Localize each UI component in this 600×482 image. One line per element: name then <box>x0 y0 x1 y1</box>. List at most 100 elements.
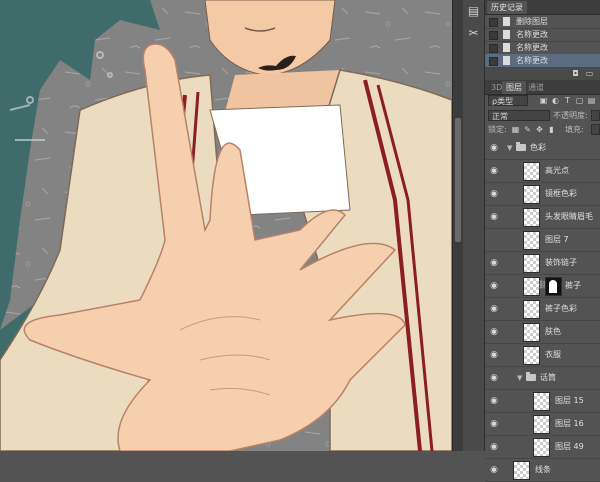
document-icon <box>503 56 510 65</box>
chevron-down-icon[interactable]: ▼ <box>517 367 522 389</box>
layer-thumbnail <box>523 162 540 181</box>
history-checkbox[interactable] <box>489 18 498 27</box>
new-document-icon[interactable]: ▭ <box>585 69 594 78</box>
layer-name: 裤子色彩 <box>545 304 577 313</box>
eye-icon[interactable]: ◉ <box>489 327 499 337</box>
layer-filter-select[interactable]: ρ类型 <box>488 95 528 106</box>
history-tabbar: 历史记录 <box>485 0 600 15</box>
eye-icon[interactable]: ◉ <box>489 189 499 199</box>
camera-icon[interactable]: ◘ <box>571 69 580 78</box>
opacity-label: 不透明度: <box>553 111 588 120</box>
lock-pixels-icon[interactable]: ✎ <box>523 125 532 134</box>
layers-tabbar: 3D 图层 通道 <box>485 80 600 95</box>
fill-input[interactable] <box>591 124 600 135</box>
filter-type-icon[interactable]: T <box>563 96 572 105</box>
layer-name: 图层 16 <box>555 419 584 428</box>
tools-icon[interactable]: ✂ <box>466 26 481 41</box>
layer-mask-thumbnail[interactable] <box>545 277 562 296</box>
fill-label: 填充: <box>565 125 584 134</box>
layer-row[interactable]: ◉ 图层 49 <box>485 436 600 459</box>
layer-name: 装饰链子 <box>545 258 577 267</box>
eye-icon[interactable]: ◉ <box>489 258 499 268</box>
document-icon <box>503 43 510 52</box>
history-item-label: 名称更改 <box>516 43 548 52</box>
layer-thumbnail <box>513 461 530 480</box>
eye-icon[interactable]: ◉ <box>489 143 499 153</box>
layer-thumbnail <box>523 346 540 365</box>
history-item[interactable]: 名称更改 <box>485 28 600 42</box>
filter-adjustment-icon[interactable]: ◐ <box>551 96 560 105</box>
layer-name: 镜框色彩 <box>545 189 577 198</box>
tab-channels[interactable]: 通道 <box>524 81 548 94</box>
layer-group-row[interactable]: ◉ ▼ 话筒 <box>485 367 600 390</box>
layer-thumbnail <box>533 415 550 434</box>
scrollbar-thumb[interactable] <box>455 118 461 242</box>
layer-row[interactable]: ◉ 高光点 <box>485 160 600 183</box>
tab-layers[interactable]: 图层 <box>502 81 526 94</box>
eye-icon[interactable]: ◉ <box>489 396 499 406</box>
history-checkbox[interactable] <box>489 31 498 40</box>
history-brush-icon[interactable]: ▤ <box>466 4 481 19</box>
lock-label: 锁定: <box>488 125 507 134</box>
layer-row[interactable]: ◉ 头发眼睛眉毛 <box>485 206 600 229</box>
eye-icon[interactable]: ◉ <box>489 465 499 475</box>
history-item[interactable]: 名称更改 <box>485 54 600 68</box>
layer-name: 图层 7 <box>545 235 569 244</box>
eye-icon[interactable]: ◉ <box>489 212 499 222</box>
eye-icon[interactable]: ◉ <box>489 419 499 429</box>
document-icon <box>503 30 510 39</box>
eye-icon[interactable]: ◉ <box>489 373 499 383</box>
layer-name: 色彩 <box>530 143 546 152</box>
history-item-label: 删除图层 <box>516 17 548 26</box>
document-canvas[interactable] <box>0 0 452 451</box>
illustration-artwork <box>0 0 452 451</box>
layer-row[interactable]: 图层 7 <box>485 229 600 252</box>
lock-position-icon[interactable]: ✥ <box>535 125 544 134</box>
layer-name: 话筒 <box>540 373 556 382</box>
filter-smart-icon[interactable]: ▤ <box>587 96 596 105</box>
layer-row[interactable]: ◉ 肤色 <box>485 321 600 344</box>
right-panels: 历史记录 删除图层 名称更改 名称更改 名称更改 ◘ ▭ 3D 图层 通道 ρ类型 ▣… <box>485 0 600 482</box>
layer-group-row[interactable]: ◉ ▼ 色彩 <box>485 137 600 160</box>
layer-name: 衣服 <box>545 350 561 359</box>
lock-transparency-icon[interactable]: ▦ <box>511 125 520 134</box>
layer-name: 图层 15 <box>555 396 584 405</box>
layer-thumbnail <box>523 231 540 250</box>
layer-thumbnail <box>523 254 540 273</box>
eye-icon[interactable]: ◉ <box>489 350 499 360</box>
layer-thumbnail <box>523 208 540 227</box>
layer-name: 高光点 <box>545 166 569 175</box>
history-checkbox[interactable] <box>489 44 498 53</box>
layer-thumbnail <box>533 438 550 457</box>
layer-row[interactable]: ◉ 衣服 <box>485 344 600 367</box>
history-item[interactable]: 名称更改 <box>485 41 600 55</box>
layer-row[interactable]: ◉ ⛓ 裤子 <box>485 275 600 298</box>
blend-mode-select[interactable]: 正常 <box>488 110 550 121</box>
filter-pixel-icon[interactable]: ▣ <box>539 96 548 105</box>
layer-row[interactable]: ◉ 裤子色彩 <box>485 298 600 321</box>
eye-icon[interactable]: ◉ <box>489 166 499 176</box>
history-item-label: 名称更改 <box>516 30 548 39</box>
history-checkbox[interactable] <box>489 57 498 66</box>
layer-row[interactable]: ◉ 图层 15 <box>485 390 600 413</box>
filter-shape-icon[interactable]: ▢ <box>575 96 584 105</box>
layers-list: ◉ ▼ 色彩 ◉ 高光点 ◉ 镜框色彩 ◉ 头发眼睛眉毛 图层 7 ◉ 装饰链子 ◉ ⛓ 裤子 ◉ 裤子色彩 ◉ 肤… <box>485 137 600 482</box>
history-item[interactable]: 删除图层 <box>485 15 600 29</box>
tab-history[interactable]: 历史记录 <box>487 1 527 14</box>
folder-icon <box>526 372 536 381</box>
layer-name: 线条 <box>535 465 551 474</box>
document-icon <box>503 17 510 26</box>
layer-thumbnail <box>523 323 540 342</box>
lock-all-icon[interactable]: ▮ <box>547 125 556 134</box>
layer-row[interactable]: ◉ 线条 <box>485 459 600 482</box>
eye-icon[interactable]: ◉ <box>489 281 499 291</box>
layer-row[interactable]: ◉ 图层 16 <box>485 413 600 436</box>
layer-row[interactable]: ◉ 镜框色彩 <box>485 183 600 206</box>
layer-row[interactable]: ◉ 装饰链子 <box>485 252 600 275</box>
history-item-label: 名称更改 <box>516 56 548 65</box>
opacity-input[interactable] <box>591 110 600 121</box>
chevron-down-icon[interactable]: ▼ <box>507 137 512 159</box>
layer-name: 图层 49 <box>555 442 584 451</box>
eye-icon[interactable] <box>489 235 499 245</box>
eye-icon[interactable]: ◉ <box>489 304 499 314</box>
